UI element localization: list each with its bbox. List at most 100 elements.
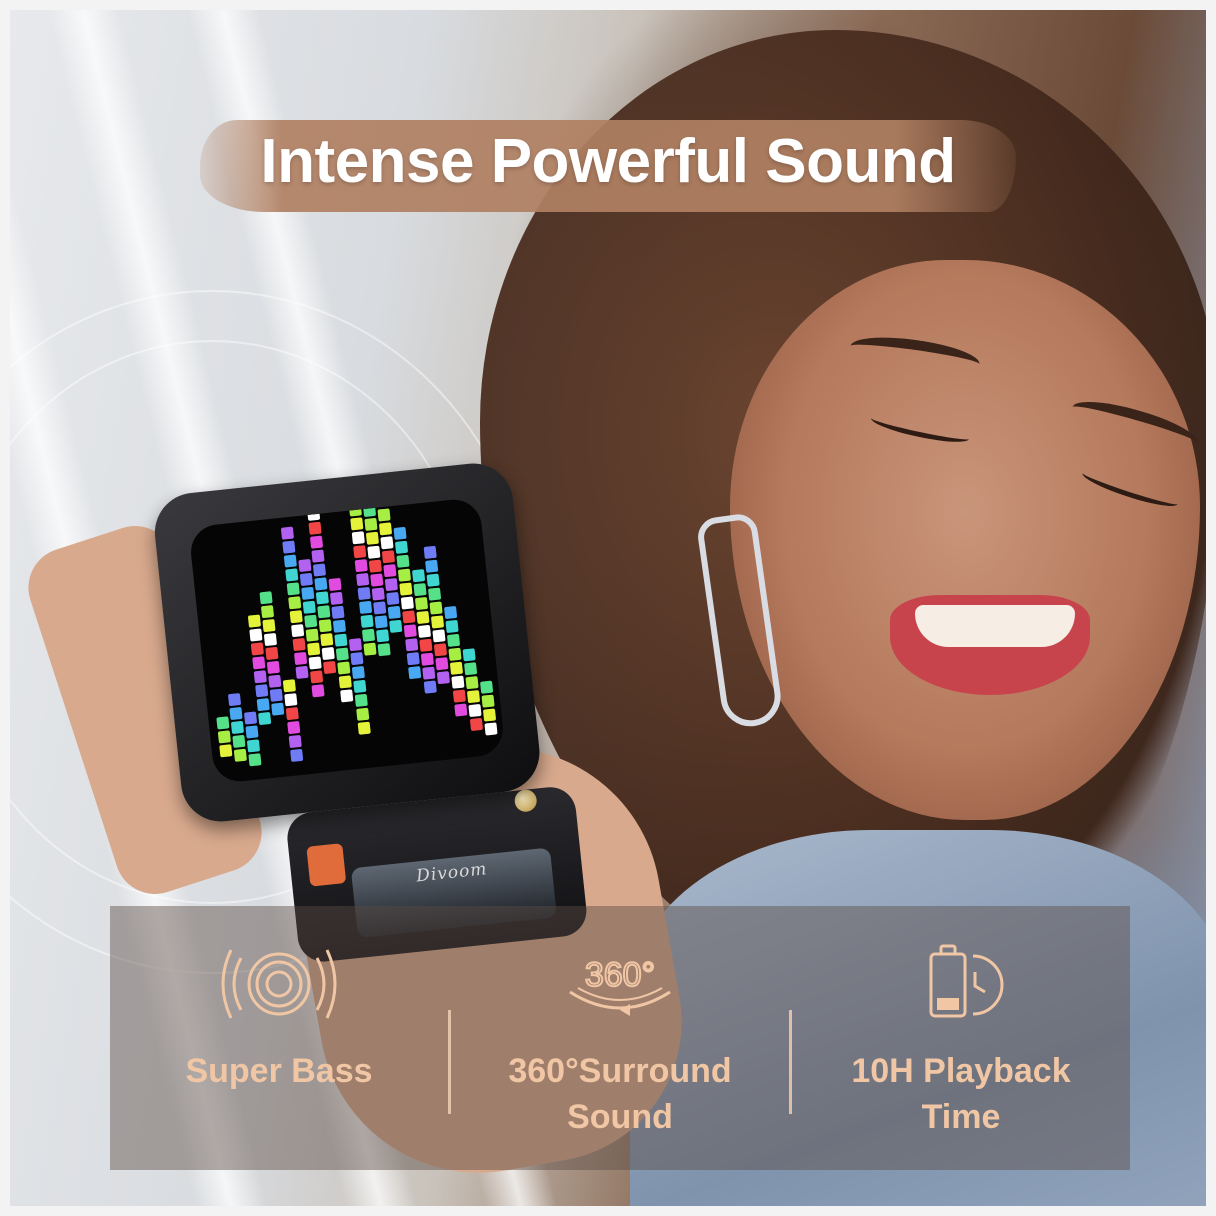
equalizer-pixel <box>467 690 480 703</box>
equalizer-pixel <box>363 504 376 517</box>
equalizer-pixel <box>311 549 325 563</box>
equalizer-pixel <box>305 628 319 642</box>
equalizer-pixel <box>320 633 334 647</box>
equalizer-pixel <box>340 689 354 703</box>
equalizer-pixel <box>380 536 394 550</box>
equalizer-pixel <box>362 628 375 642</box>
equalizer-pixel <box>323 661 337 674</box>
equalizer-pixel <box>268 674 282 688</box>
equalizer-pixel <box>366 531 379 545</box>
equalizer-pixel <box>349 638 362 652</box>
equalizer-pixel <box>454 703 468 717</box>
teeth <box>915 605 1075 647</box>
equalizer-pixel <box>266 660 280 674</box>
equalizer-pixel <box>383 564 397 578</box>
equalizer-pixel <box>282 540 296 554</box>
equalizer-pixel <box>387 606 401 619</box>
equalizer-pixel <box>321 647 335 660</box>
equalizer-pixel <box>377 643 391 657</box>
equalizer-pixel <box>361 496 375 503</box>
headline: Intense Powerful Sound <box>260 127 956 196</box>
equalizer-pixel <box>304 614 318 628</box>
equalizer-pixel <box>377 508 391 522</box>
equalizer-pixel <box>422 666 436 680</box>
equalizer-pixel <box>432 629 446 643</box>
equalizer-pixel <box>431 615 444 629</box>
equalizer-pixel <box>403 624 417 638</box>
equalizer-pixel <box>247 739 260 753</box>
equalizer-pixel <box>248 614 261 628</box>
speaker-logo: Divoom <box>415 859 489 887</box>
equalizer-pixel <box>231 721 244 734</box>
equalizer-pixel <box>245 725 259 739</box>
equalizer-pixel <box>310 535 323 549</box>
equalizer-pixel <box>480 680 493 694</box>
equalizer-pixel <box>450 661 463 675</box>
equalizer-pixel <box>357 587 371 600</box>
equalizer-pixel <box>393 526 407 540</box>
equalizer-pixel <box>269 688 283 702</box>
feature-label: 360°Surround Sound <box>451 1048 789 1140</box>
equalizer-pixel <box>347 496 361 503</box>
speaker-key <box>306 843 347 887</box>
equalizer-pixel <box>229 707 243 720</box>
equalizer-pixel <box>376 629 390 643</box>
equalizer-pixel <box>351 531 365 545</box>
feature-label: Super Bass <box>185 1052 373 1090</box>
equalizer-pixel <box>435 657 449 671</box>
equalizer-pixel <box>400 596 414 610</box>
equalizer-pixel <box>448 647 462 661</box>
equalizer-pixel <box>313 563 326 577</box>
equalizer-pixel <box>317 605 331 619</box>
equalizer-pixel <box>335 647 349 661</box>
equalizer-pixel <box>298 559 312 572</box>
equalizer-pixel <box>370 573 384 587</box>
equalizer-pixel <box>350 517 364 531</box>
equalizer-pixel <box>395 540 408 554</box>
feature-label-line: 360°Surround <box>508 1052 732 1090</box>
equalizer-pixel <box>406 652 420 666</box>
equalizer-pixel <box>405 638 419 652</box>
equalizer-pixel <box>331 605 345 619</box>
equalizer-pixel <box>353 545 367 559</box>
equalizer-pixel <box>318 619 332 633</box>
equalizer-pixel <box>419 638 433 652</box>
equalizer-pixel <box>379 522 392 536</box>
feature-playback-time: 10H Playback Time <box>792 906 1130 1170</box>
equalizer-pixel <box>285 568 299 582</box>
equalizer-pixel <box>314 577 328 591</box>
headline-banner: Intense Powerful Sound <box>200 112 1016 218</box>
equalizer-pixel <box>285 707 299 721</box>
equalizer-pixel <box>249 628 263 642</box>
equalizer-pixel <box>428 587 441 601</box>
equalizer-pixel <box>353 680 367 693</box>
equalizer-pixel <box>408 666 422 680</box>
equalizer-pixel <box>310 670 323 684</box>
equalizer-pixel <box>295 665 309 679</box>
equalizer-pixel <box>290 749 304 762</box>
equalizer-pixel <box>402 610 416 624</box>
equalizer-pixel <box>328 578 342 591</box>
equalizer-pixel <box>484 722 498 736</box>
equalizer-pixel <box>311 684 325 698</box>
equalizer-pixel <box>256 698 270 712</box>
feature-label-line: Sound <box>567 1098 673 1136</box>
equalizer-pixel <box>465 676 479 690</box>
equalizer-pixel <box>356 573 370 586</box>
equalizer-pixel <box>420 652 434 666</box>
equalizer-pixel <box>252 656 266 670</box>
equalizer-pixel <box>283 554 297 568</box>
equalizer-pixel <box>288 735 302 748</box>
equalizer-pixel <box>233 748 247 762</box>
equalizer-pixel <box>216 716 230 730</box>
equalizer-pixel <box>452 689 466 703</box>
equalizer-pixel <box>337 661 351 675</box>
equalizer-pixel <box>399 582 413 596</box>
equalizer-pixel <box>292 638 306 651</box>
equalizer-pixel <box>423 680 437 694</box>
equalizer-pixel <box>250 642 264 656</box>
equalizer-pixel <box>425 559 439 573</box>
equalizer-pixel <box>333 619 346 633</box>
equalizer-pixel <box>307 507 320 521</box>
equalizer-pixel <box>253 670 267 684</box>
